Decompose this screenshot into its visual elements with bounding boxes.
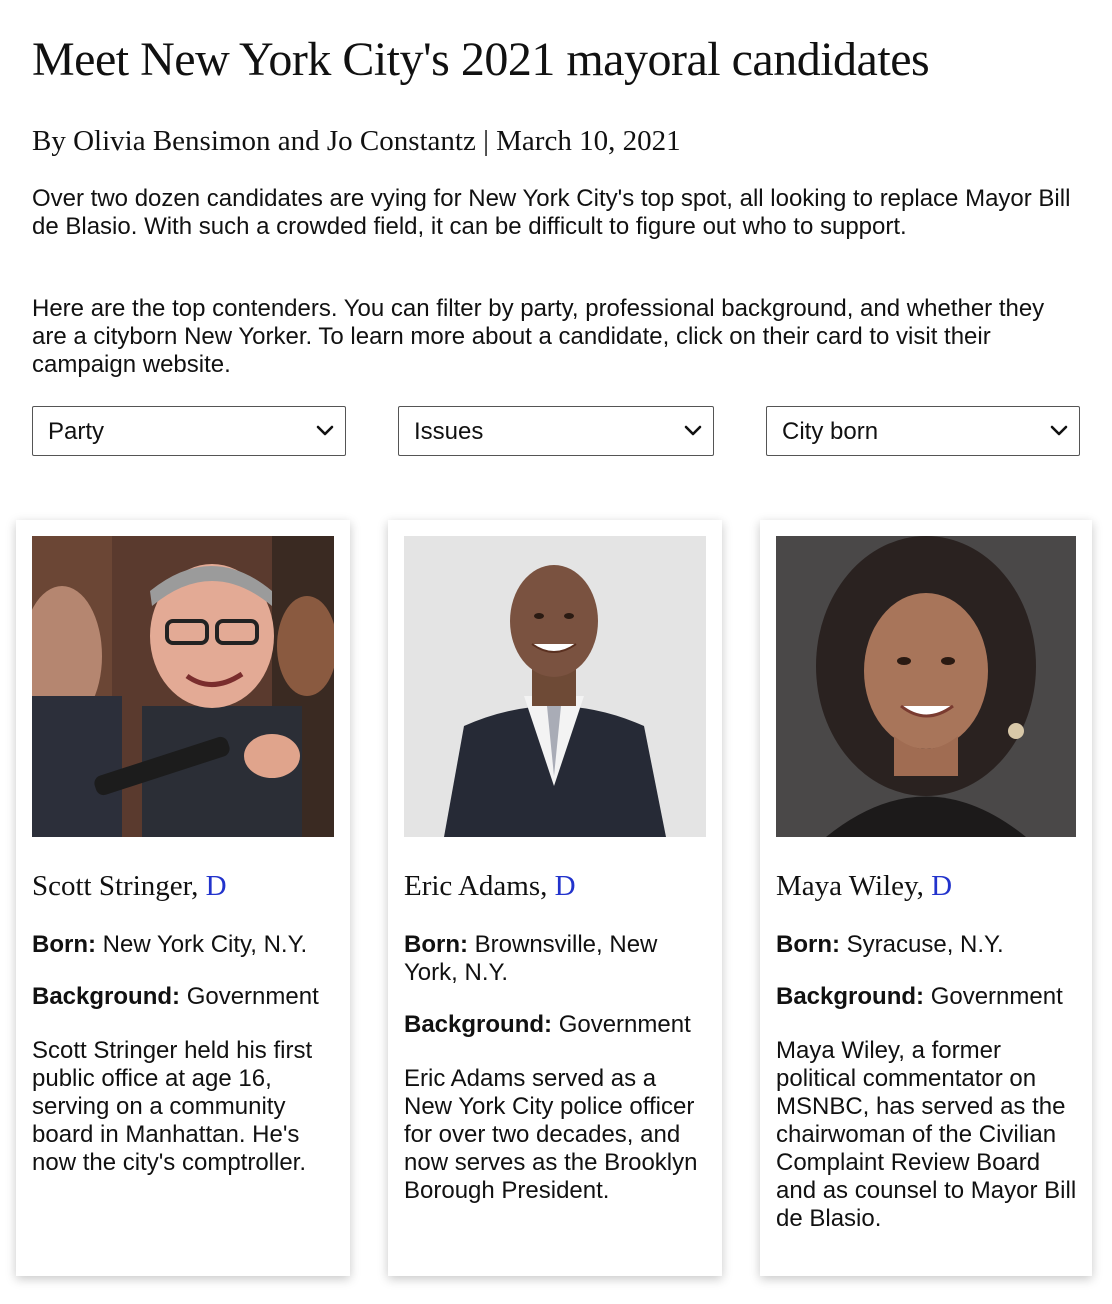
party-filter-label: Party — [48, 418, 105, 445]
candidate-photo — [32, 536, 334, 837]
page-title: Meet New York City's 2021 mayoral candid… — [32, 33, 930, 86]
byline: By Olivia Bensimon and Jo Constantz | Ma… — [32, 125, 681, 157]
background-info: Background: Government — [404, 1011, 710, 1039]
background-info: Background: Government — [32, 983, 338, 1011]
background-value: Government — [186, 983, 319, 1010]
background-label: Background: — [776, 983, 925, 1010]
candidate-card-scott-stringer[interactable]: Scott Stringer, D Born: New York City, N… — [16, 520, 350, 1276]
candidate-description: Scott Stringer held his first public off… — [32, 1037, 313, 1176]
party-badge: D — [205, 870, 227, 902]
city-born-filter-label: City born — [782, 418, 879, 445]
born-value: New York City, N.Y. — [102, 931, 308, 958]
candidate-name-text: Scott Stringer, — [32, 870, 199, 902]
party-badge: D — [931, 870, 953, 902]
born-info: Born: Brownsville, New York, N.Y. — [404, 931, 710, 987]
chevron-down-icon — [316, 425, 334, 436]
candidate-card-eric-adams[interactable]: Eric Adams, D Born: Brownsville, New Yor… — [388, 520, 722, 1276]
background-label: Background: — [32, 983, 181, 1010]
candidate-description: Maya Wiley, a former political commentat… — [776, 1037, 1077, 1232]
candidate-description: Eric Adams served as a New York City pol… — [404, 1065, 698, 1204]
issues-filter-label: Issues — [414, 418, 484, 445]
candidate-name-text: Eric Adams, — [404, 870, 548, 902]
city-born-filter-select[interactable]: City born — [766, 406, 1080, 456]
candidate-name: Scott Stringer, D — [32, 868, 227, 904]
candidate-name-text: Maya Wiley, — [776, 870, 924, 902]
background-info: Background: Government — [776, 983, 1082, 1011]
intro-paragraph: Over two dozen candidates are vying for … — [32, 185, 1071, 240]
born-info: Born: New York City, N.Y. — [32, 931, 338, 959]
born-value: Syracuse, N.Y. — [846, 931, 1004, 958]
candidate-card-maya-wiley[interactable]: Maya Wiley, D Born: Syracuse, N.Y. Backg… — [760, 520, 1092, 1276]
born-label: Born: — [32, 931, 96, 958]
candidate-name: Eric Adams, D — [404, 868, 576, 904]
issues-filter-select[interactable]: Issues — [398, 406, 714, 456]
candidate-photo — [776, 536, 1076, 837]
candidate-photo — [404, 536, 706, 837]
chevron-down-icon — [1050, 425, 1068, 436]
candidate-name: Maya Wiley, D — [776, 868, 952, 904]
born-label: Born: — [776, 931, 840, 958]
born-info: Born: Syracuse, N.Y. — [776, 931, 1082, 959]
instructions-paragraph: Here are the top contenders. You can fil… — [32, 295, 1045, 378]
party-filter-select[interactable]: Party — [32, 406, 346, 456]
background-label: Background: — [404, 1011, 553, 1038]
party-badge: D — [554, 870, 576, 902]
born-label: Born: — [404, 931, 468, 958]
chevron-down-icon — [684, 425, 702, 436]
background-value: Government — [558, 1011, 691, 1038]
background-value: Government — [930, 983, 1063, 1010]
